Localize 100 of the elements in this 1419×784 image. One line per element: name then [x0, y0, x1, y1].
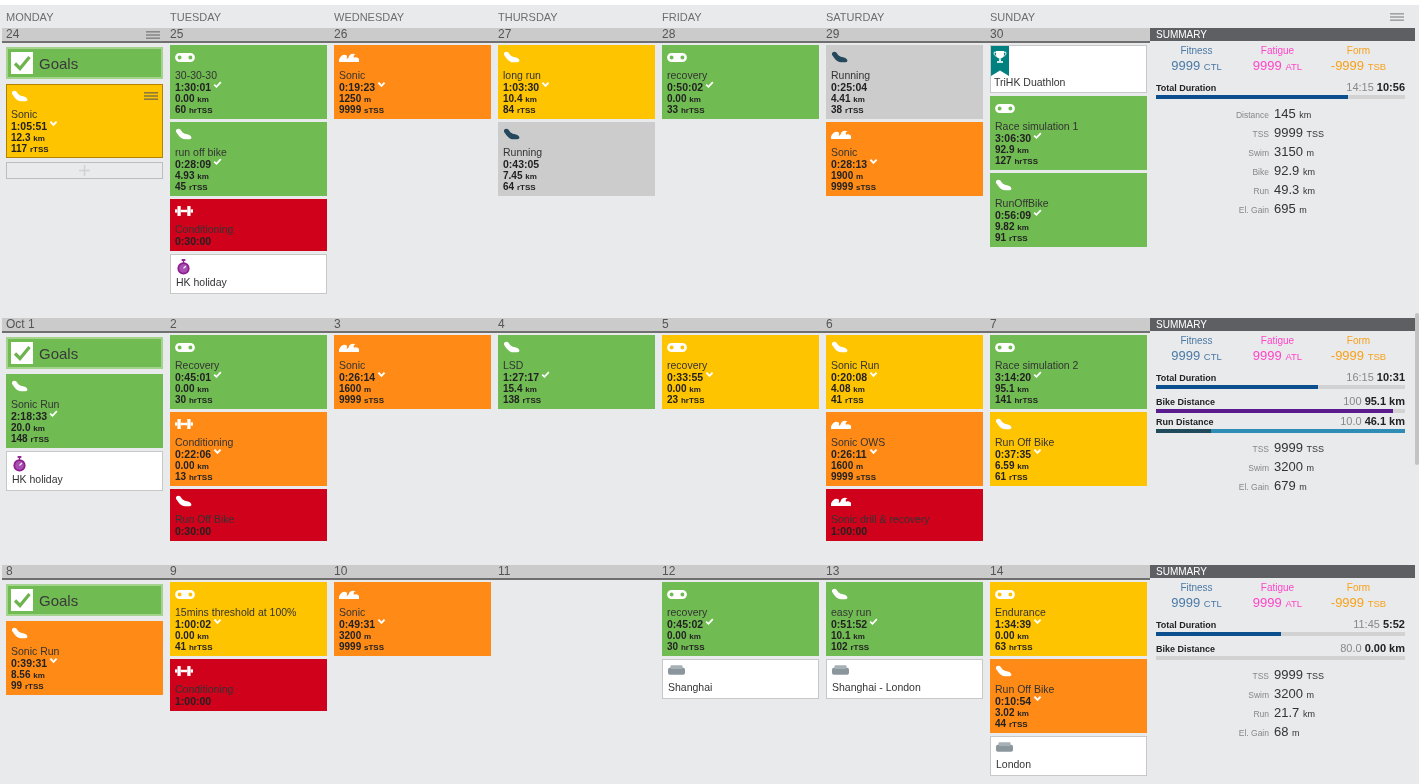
workout-card[interactable]: recovery 0:33:55 0.00 km 23 hrTSS	[662, 335, 819, 409]
workout-title: Run Off Bike	[175, 513, 236, 525]
event-title: TriHK Duathlon	[994, 76, 1067, 88]
date-label: 3	[334, 318, 341, 331]
metric-label: Fitness	[1180, 582, 1213, 594]
workout-tss: 9999 sTSS	[339, 641, 386, 652]
stat-label: El. Gain	[1238, 481, 1269, 494]
workout-duration: 0:49:31	[339, 618, 376, 630]
workout-distance: 4.08 km	[831, 383, 866, 394]
stat-label: Swim	[1248, 462, 1269, 475]
workout-card[interactable]: Running 0:25:04 4.41 km 38 rTSS	[826, 45, 983, 119]
workout-card[interactable]: Sonic OWS 0:26:11 1600 m 9999 sTSS	[826, 412, 983, 486]
workout-distance: 0.00 km	[175, 93, 210, 104]
workout-card[interactable]: LSD 1:27:17 15.4 km 138 rTSS	[498, 335, 655, 409]
workout-title: 15mins threshold at 100%	[175, 606, 298, 618]
summary-title: SUMMARY	[1150, 318, 1415, 331]
workout-distance: 0.00 km	[175, 630, 210, 641]
workout-title: long run	[503, 69, 542, 81]
workout-duration: 0:51:52	[831, 618, 868, 630]
workout-title: Endurance	[995, 606, 1047, 618]
workout-card[interactable]: run off bike 0:28:09 4.93 km 45 rTSS	[170, 122, 327, 196]
goals-card[interactable]: Goals	[6, 337, 163, 369]
workout-distance: 10.4 km	[503, 93, 538, 104]
stat-label: El. Gain	[1238, 727, 1269, 740]
date-label: 14	[990, 565, 1004, 578]
scrollbar-thumb[interactable]	[1415, 313, 1419, 465]
workout-card[interactable]: Sonic 0:19:23 1250 m 9999 sTSS	[334, 45, 491, 119]
stat-value: 9999 TSS	[1274, 666, 1325, 684]
workout-duration: 0:26:14	[339, 371, 376, 383]
workout-card[interactable]: Sonic 1:05:51 12.3 km 117 rTSS	[6, 84, 163, 158]
workout-card[interactable]: long run 1:03:30 10.4 km 84 rTSS	[498, 45, 655, 119]
date-label: 6	[826, 318, 833, 331]
workout-card[interactable]: RunOffBike 0:56:09 9.82 km 91 rTSS	[990, 173, 1147, 247]
date-label: 12	[662, 565, 676, 578]
bar-reading: 11:45 5:52	[1353, 618, 1405, 630]
workout-card[interactable]: Recovery 0:45:01 0.00 km 30 hrTSS	[170, 335, 327, 409]
note-card[interactable]: HK holiday	[6, 451, 163, 491]
note-title: HK holiday	[176, 276, 228, 288]
workout-card[interactable]: Race simulation 2 3:14:20 95.1 km 141 hrTSS	[990, 335, 1147, 409]
menu-icon[interactable]	[144, 92, 158, 100]
stat-label: TSS	[1252, 670, 1269, 683]
workout-card[interactable]: 30-30-30 1:30:01 0.00 km 60 hrTSS	[170, 45, 327, 119]
metric-label: Fatigue	[1260, 335, 1295, 347]
workout-card[interactable]: Sonic 0:28:13 1900 m 9999 sTSS	[826, 122, 983, 196]
workout-card[interactable]: Sonic Run 0:39:31 8.56 km 99 rTSS	[6, 621, 163, 695]
note-card[interactable]: HK holiday	[170, 254, 327, 294]
workout-card[interactable]: 15mins threshold at 100% 1:00:02 0.00 km 41 hrTSS	[170, 582, 327, 656]
workout-card[interactable]: recovery 0:45:02 0.00 km 30 hrTSS	[662, 582, 819, 656]
travel-title: Shanghai	[668, 681, 714, 693]
workout-tss: 63 hrTSS	[995, 641, 1034, 652]
goals-card[interactable]: Goals	[6, 47, 163, 79]
metric-label: Form	[1346, 45, 1371, 57]
day-name: FRIDAY	[662, 10, 702, 23]
date-label: 7	[990, 318, 997, 331]
travel-card[interactable]: Shanghai - London	[826, 659, 983, 699]
workout-title: Race simulation 1	[995, 120, 1080, 132]
workout-card[interactable]: recovery 0:50:02 0.00 km 33 hrTSS	[662, 45, 819, 119]
bar-label: Total Duration	[1156, 619, 1217, 631]
workout-distance: 15.4 km	[503, 383, 538, 394]
workout-card[interactable]: Running 0:43:05 7.45 km 64 rTSS	[498, 122, 655, 196]
workout-card[interactable]: Sonic 0:26:14 1600 m 9999 sTSS	[334, 335, 491, 409]
check-icon	[11, 589, 33, 611]
workout-card[interactable]: Run Off Bike 0:10:54 3.02 km 44 rTSS	[990, 659, 1147, 733]
workout-distance: 0.00 km	[175, 383, 210, 394]
workout-distance: 20.0 km	[11, 422, 46, 433]
stat-value: 9999 TSS	[1274, 439, 1325, 457]
travel-card[interactable]: Shanghai	[662, 659, 819, 699]
metric-value: 9999 ATL	[1252, 58, 1303, 74]
date-label: 28	[662, 28, 676, 41]
menu-icon[interactable]	[1390, 12, 1404, 21]
check-icon	[11, 342, 33, 364]
add-button[interactable]	[6, 162, 163, 179]
workout-duration: 0:22:06	[175, 448, 212, 460]
workout-card[interactable]: Sonic Run 0:20:08 4.08 km 41 rTSS	[826, 335, 983, 409]
workout-tss: 64 rTSS	[503, 181, 537, 192]
travel-title: Shanghai - London	[832, 681, 922, 693]
metric-value: -9999 TSB	[1330, 58, 1387, 74]
workout-card[interactable]: Conditioning 0:22:06 0.00 km 13 hrTSS	[170, 412, 327, 486]
stat-label: Swim	[1248, 147, 1269, 160]
day-name: SUNDAY	[990, 10, 1036, 23]
workout-card[interactable]: easy run 0:51:52 10.1 km 102 rTSS	[826, 582, 983, 656]
workout-card[interactable]: Run Off Bike 0:37:35 6.59 km 61 rTSS	[990, 412, 1147, 486]
travel-card[interactable]: London	[990, 736, 1147, 776]
workout-duration: 0:39:31	[11, 657, 48, 669]
workout-card[interactable]: Endurance 1:34:39 0.00 km 63 hrTSS	[990, 582, 1147, 656]
workout-distance: 4.41 km	[831, 93, 866, 104]
workout-title: recovery	[667, 359, 709, 371]
workout-tss: 41 rTSS	[831, 394, 865, 405]
workout-tss: 41 hrTSS	[175, 641, 214, 652]
workout-duration: 3:14:20	[995, 371, 1032, 383]
workout-card[interactable]: Sonic 0:49:31 3200 m 9999 sTSS	[334, 582, 491, 656]
workout-title: Sonic Run	[831, 359, 881, 371]
date-label: 2	[170, 318, 177, 331]
workout-duration: 1:05:51	[11, 120, 48, 132]
date-label: 29	[826, 28, 840, 41]
menu-icon[interactable]	[146, 30, 160, 39]
workout-card[interactable]: Race simulation 1 3:06:30 92.9 km 127 hrTSS	[990, 96, 1147, 170]
goals-card[interactable]: Goals	[6, 584, 163, 616]
workout-card[interactable]: Sonic Run 2:18:33 20.0 km 148 rTSS	[6, 374, 163, 448]
event-card[interactable]: TriHK Duathlon	[990, 45, 1147, 93]
